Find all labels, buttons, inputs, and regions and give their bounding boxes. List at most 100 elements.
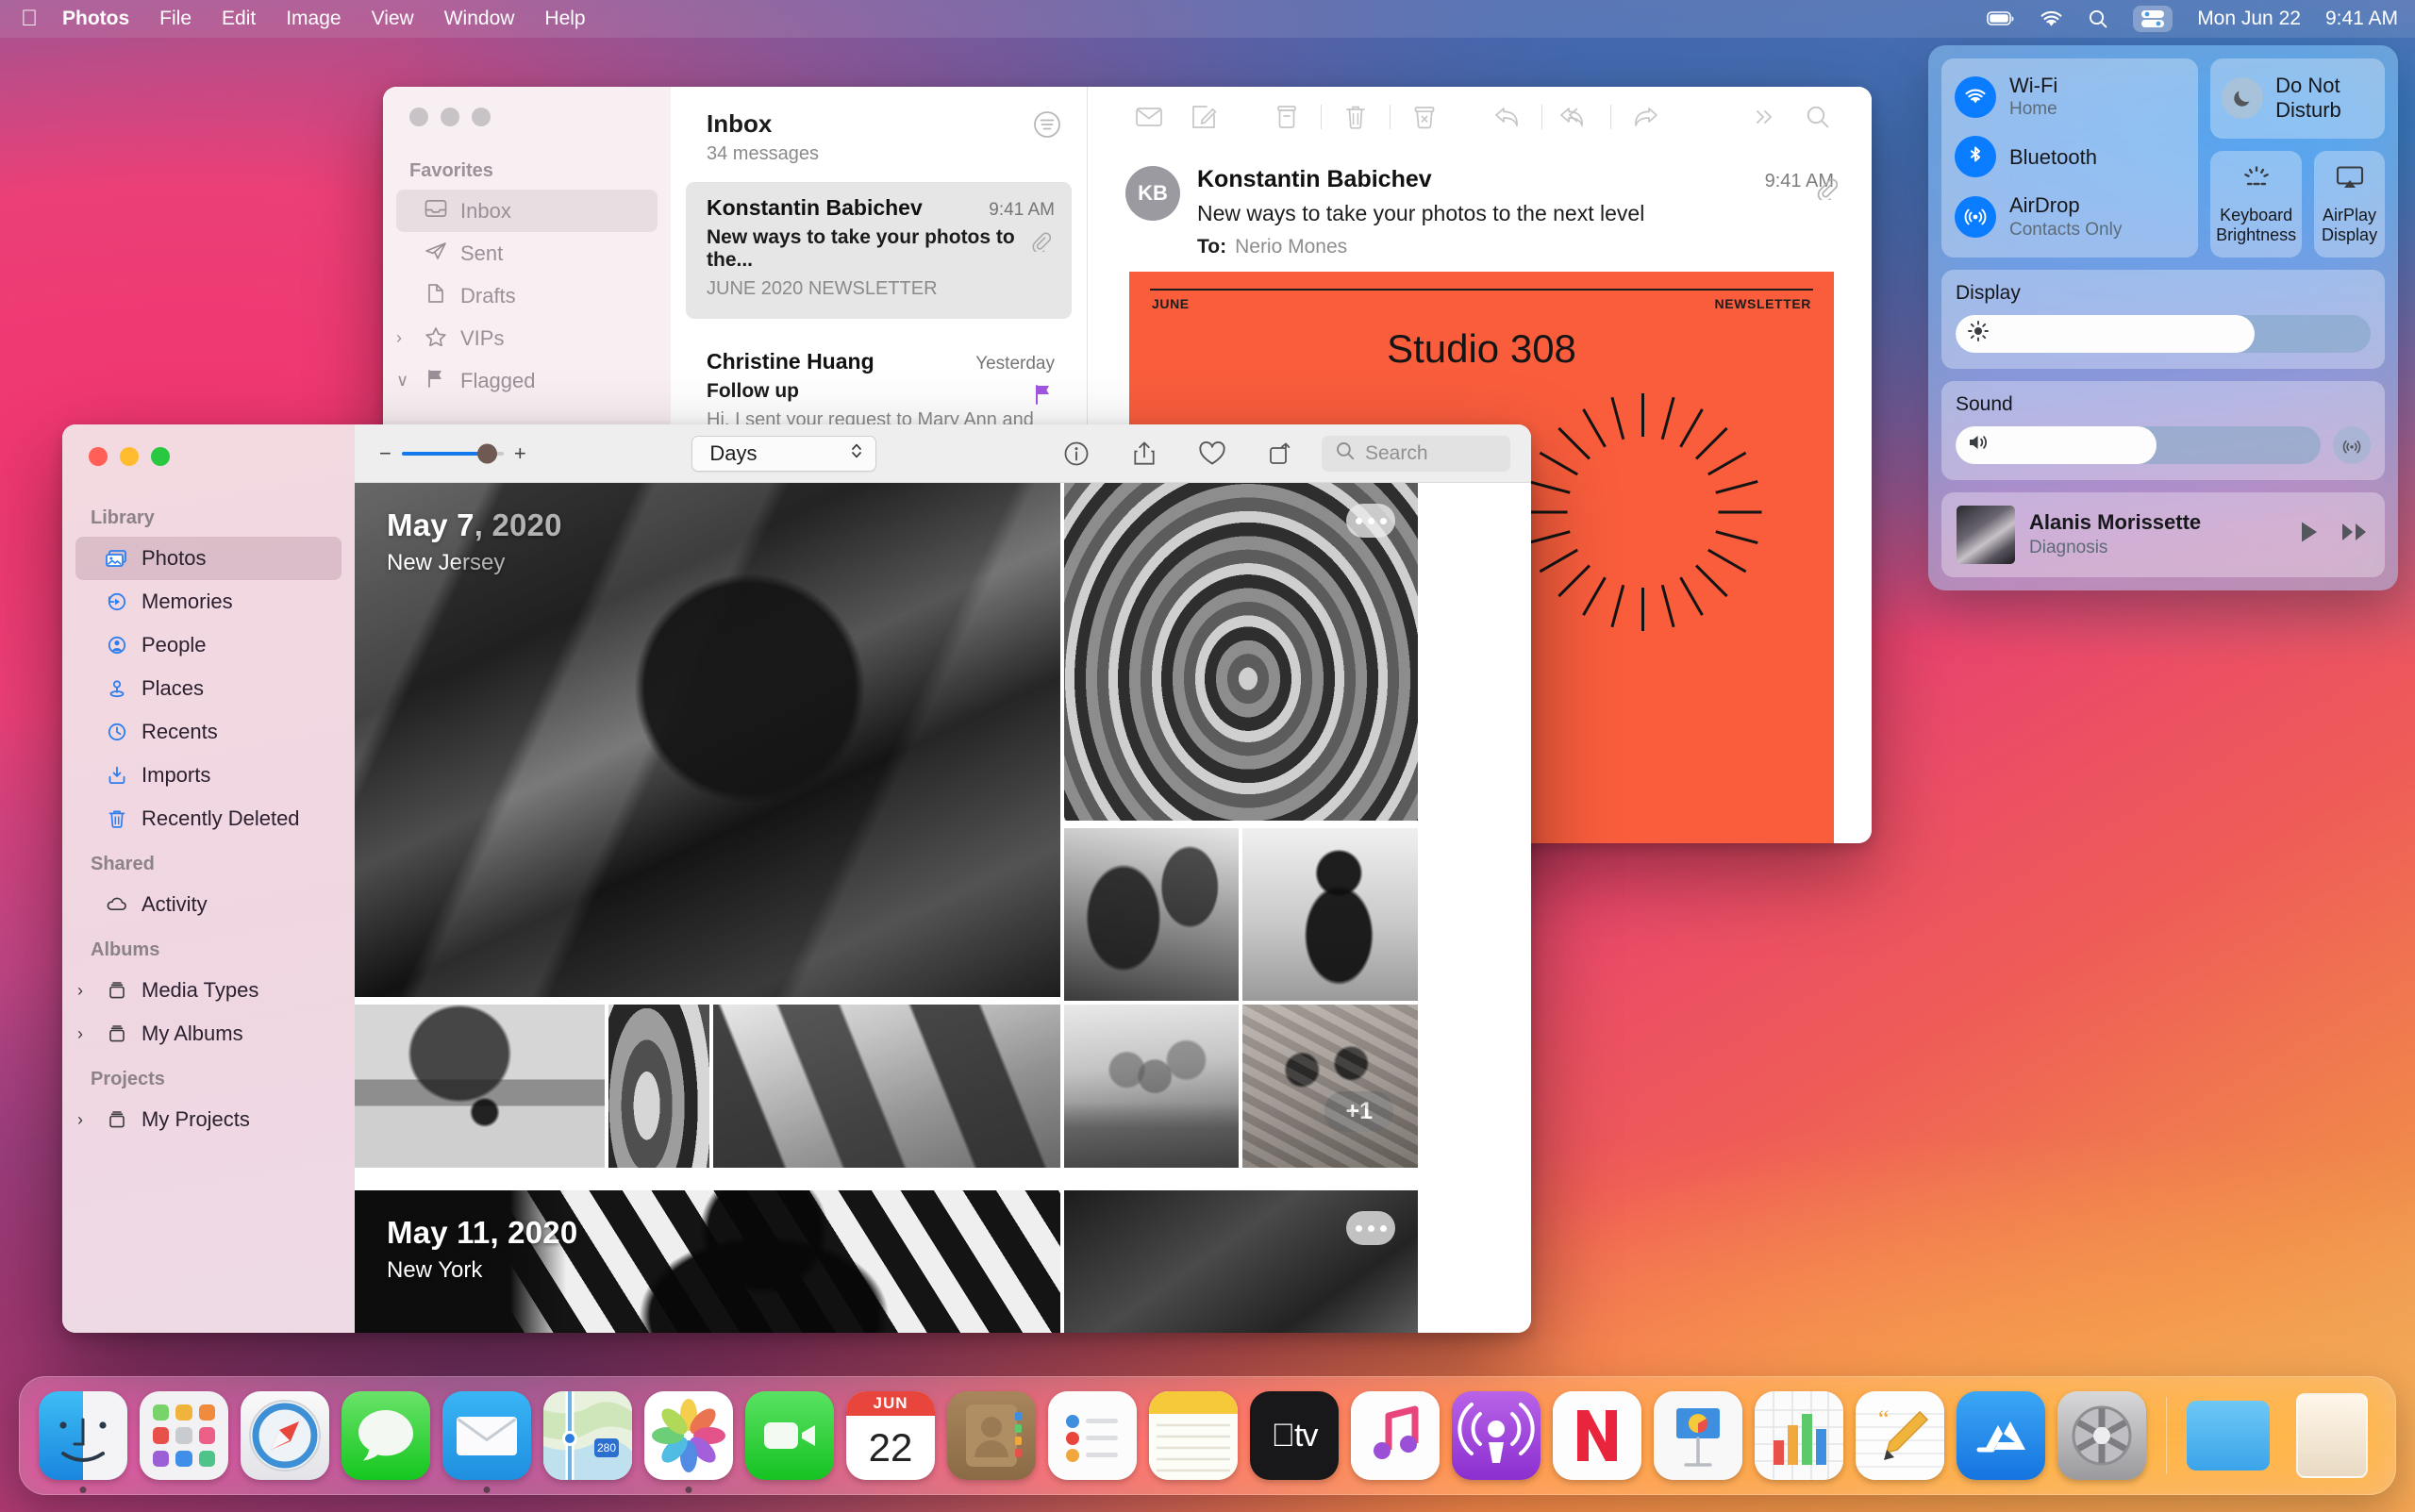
photo-thumbnail[interactable] bbox=[1242, 828, 1418, 1001]
photo-grid[interactable]: May 7, 2020 New Jersey bbox=[355, 483, 1531, 1333]
dock-item-downloads-folder[interactable] bbox=[2187, 1391, 2275, 1480]
rotate-icon[interactable] bbox=[1246, 440, 1314, 468]
minimize-button[interactable] bbox=[120, 447, 139, 466]
fast-forward-icon[interactable] bbox=[2340, 519, 2370, 550]
chevron-right-icon[interactable]: › bbox=[77, 981, 92, 1001]
battery-icon[interactable] bbox=[1987, 11, 2015, 26]
sidebar-item-memories[interactable]: Memories bbox=[75, 580, 341, 623]
dock-item-appstore[interactable] bbox=[1957, 1391, 2045, 1480]
more-ellipsis-icon[interactable] bbox=[1346, 1211, 1395, 1245]
maximize-button[interactable] bbox=[472, 108, 491, 126]
sidebar-item-activity[interactable]: Activity bbox=[75, 883, 341, 926]
airplay-audio-icon[interactable] bbox=[2333, 426, 2371, 464]
forward-icon[interactable] bbox=[1618, 105, 1673, 129]
sidebar-item-imports[interactable]: Imports bbox=[75, 754, 341, 797]
menu-item-image[interactable]: Image bbox=[286, 8, 341, 30]
dock-item-mail[interactable] bbox=[442, 1391, 531, 1480]
control-center-icon[interactable] bbox=[2133, 6, 2173, 32]
reply-all-icon[interactable] bbox=[1549, 105, 1604, 129]
chevron-right-icon[interactable]: › bbox=[396, 328, 409, 348]
photos-window-controls[interactable] bbox=[62, 447, 355, 494]
dock-item-keynote[interactable] bbox=[1654, 1391, 1742, 1480]
dock-item-launchpad[interactable] bbox=[140, 1391, 228, 1480]
airdrop-toggle[interactable]: AirDrop Contacts Only bbox=[1955, 193, 2185, 240]
unread-envelope-icon[interactable] bbox=[1122, 105, 1176, 129]
dock-item-music[interactable] bbox=[1351, 1391, 1440, 1480]
more-chevrons-icon[interactable] bbox=[1736, 107, 1790, 127]
airplay-display-tile[interactable]: AirPlayDisplay bbox=[2314, 151, 2385, 258]
dock[interactable]: 280 JUN 22 tv bbox=[19, 1376, 2396, 1495]
apple-logo-icon[interactable]:  bbox=[21, 8, 38, 30]
dock-item-safari[interactable] bbox=[241, 1391, 329, 1480]
dock-item-system-preferences[interactable] bbox=[2057, 1391, 2146, 1480]
dock-item-messages[interactable] bbox=[341, 1391, 430, 1480]
photo-thumbnail[interactable] bbox=[1064, 483, 1418, 821]
menu-item-window[interactable]: Window bbox=[444, 8, 515, 30]
photo-thumbnail[interactable] bbox=[608, 1005, 709, 1168]
display-brightness-slider[interactable] bbox=[1956, 315, 2371, 353]
photo-extra-count-badge[interactable]: +1 bbox=[1324, 1091, 1393, 1132]
sidebar-item-media-types[interactable]: › Media Types bbox=[75, 969, 341, 1012]
wifi-icon[interactable] bbox=[2040, 10, 2063, 28]
mail-sidebar-item-inbox[interactable]: Inbox bbox=[396, 190, 658, 232]
maximize-button[interactable] bbox=[151, 447, 170, 466]
grouping-select[interactable]: Days bbox=[691, 436, 876, 472]
mail-sidebar-item-sent[interactable]: Sent bbox=[396, 232, 658, 274]
dock-item-reminders[interactable] bbox=[1048, 1391, 1137, 1480]
photo-thumbnail[interactable] bbox=[355, 1005, 605, 1168]
sort-filter-icon[interactable] bbox=[1032, 109, 1062, 144]
paperclip-icon[interactable] bbox=[1815, 177, 1838, 205]
zoom-out-button[interactable]: − bbox=[379, 441, 391, 466]
share-icon[interactable] bbox=[1110, 440, 1178, 468]
now-playing-card[interactable]: Alanis Morissette Diagnosis bbox=[1941, 492, 2385, 577]
zoom-knob[interactable] bbox=[477, 443, 497, 463]
junk-icon[interactable] bbox=[1397, 104, 1452, 130]
more-ellipsis-icon[interactable] bbox=[1346, 504, 1395, 538]
photo-thumbnail[interactable] bbox=[1064, 1190, 1418, 1333]
search-input[interactable]: Search bbox=[1322, 436, 1510, 472]
wifi-toggle[interactable]: Wi-Fi Home bbox=[1955, 74, 2185, 120]
menu-item-file[interactable]: File bbox=[159, 8, 192, 30]
archive-icon[interactable] bbox=[1259, 104, 1314, 130]
sidebar-item-my-projects[interactable]: › My Projects bbox=[75, 1098, 341, 1141]
dock-item-podcasts[interactable] bbox=[1452, 1391, 1541, 1480]
sidebar-item-places[interactable]: Places bbox=[75, 667, 341, 710]
dock-item-notes[interactable] bbox=[1149, 1391, 1238, 1480]
photo-thumbnail[interactable] bbox=[1064, 828, 1239, 1001]
bluetooth-toggle[interactable]: Bluetooth bbox=[1955, 136, 2185, 177]
menu-item-edit[interactable]: Edit bbox=[222, 8, 256, 30]
close-button[interactable] bbox=[89, 447, 108, 466]
dock-item-finder[interactable] bbox=[39, 1391, 127, 1480]
keyboard-brightness-tile[interactable]: KeyboardBrightness bbox=[2210, 151, 2302, 258]
chevron-right-icon[interactable]: › bbox=[77, 1024, 92, 1044]
menu-item-view[interactable]: View bbox=[372, 8, 414, 30]
table-row[interactable]: Konstantin Babichev 9:41 AM New ways to … bbox=[686, 182, 1072, 319]
close-button[interactable] bbox=[409, 108, 428, 126]
zoom-track[interactable] bbox=[402, 452, 504, 456]
dock-item-photos[interactable] bbox=[644, 1391, 733, 1480]
chevron-right-icon[interactable]: › bbox=[77, 1110, 92, 1130]
mail-sidebar-item-drafts[interactable]: Drafts bbox=[396, 274, 658, 317]
menu-app-name[interactable]: Photos bbox=[62, 8, 129, 30]
dock-item-news[interactable] bbox=[1553, 1391, 1641, 1480]
photo-thumbnail[interactable] bbox=[1064, 1005, 1239, 1168]
search-icon[interactable] bbox=[1790, 104, 1845, 130]
dock-item-numbers[interactable] bbox=[1755, 1391, 1843, 1480]
sidebar-item-people[interactable]: People bbox=[75, 623, 341, 667]
delete-trash-icon[interactable] bbox=[1328, 104, 1383, 130]
mail-sidebar-item-flagged[interactable]: ∨ Flagged bbox=[396, 359, 658, 402]
photo-thumbnail[interactable]: May 7, 2020 New Jersey bbox=[355, 483, 1060, 997]
play-icon[interactable] bbox=[2297, 519, 2322, 550]
do-not-disturb-toggle[interactable]: Do NotDisturb bbox=[2210, 58, 2385, 139]
dock-item-maps[interactable]: 280 bbox=[543, 1391, 632, 1480]
dock-item-contacts[interactable] bbox=[947, 1391, 1036, 1480]
zoom-in-button[interactable]: + bbox=[514, 441, 526, 466]
sidebar-item-photos[interactable]: Photos bbox=[75, 537, 341, 580]
zoom-slider[interactable]: − + bbox=[379, 441, 526, 466]
menu-date[interactable]: Mon Jun 22 bbox=[2197, 8, 2301, 30]
photo-thumbnail[interactable] bbox=[713, 1005, 1060, 1168]
dock-item-pages[interactable]: “ bbox=[1856, 1391, 1944, 1480]
sidebar-item-recents[interactable]: Recents bbox=[75, 710, 341, 754]
dock-item-trash[interactable] bbox=[2288, 1391, 2376, 1480]
sidebar-item-recently-deleted[interactable]: Recently Deleted bbox=[75, 797, 341, 840]
